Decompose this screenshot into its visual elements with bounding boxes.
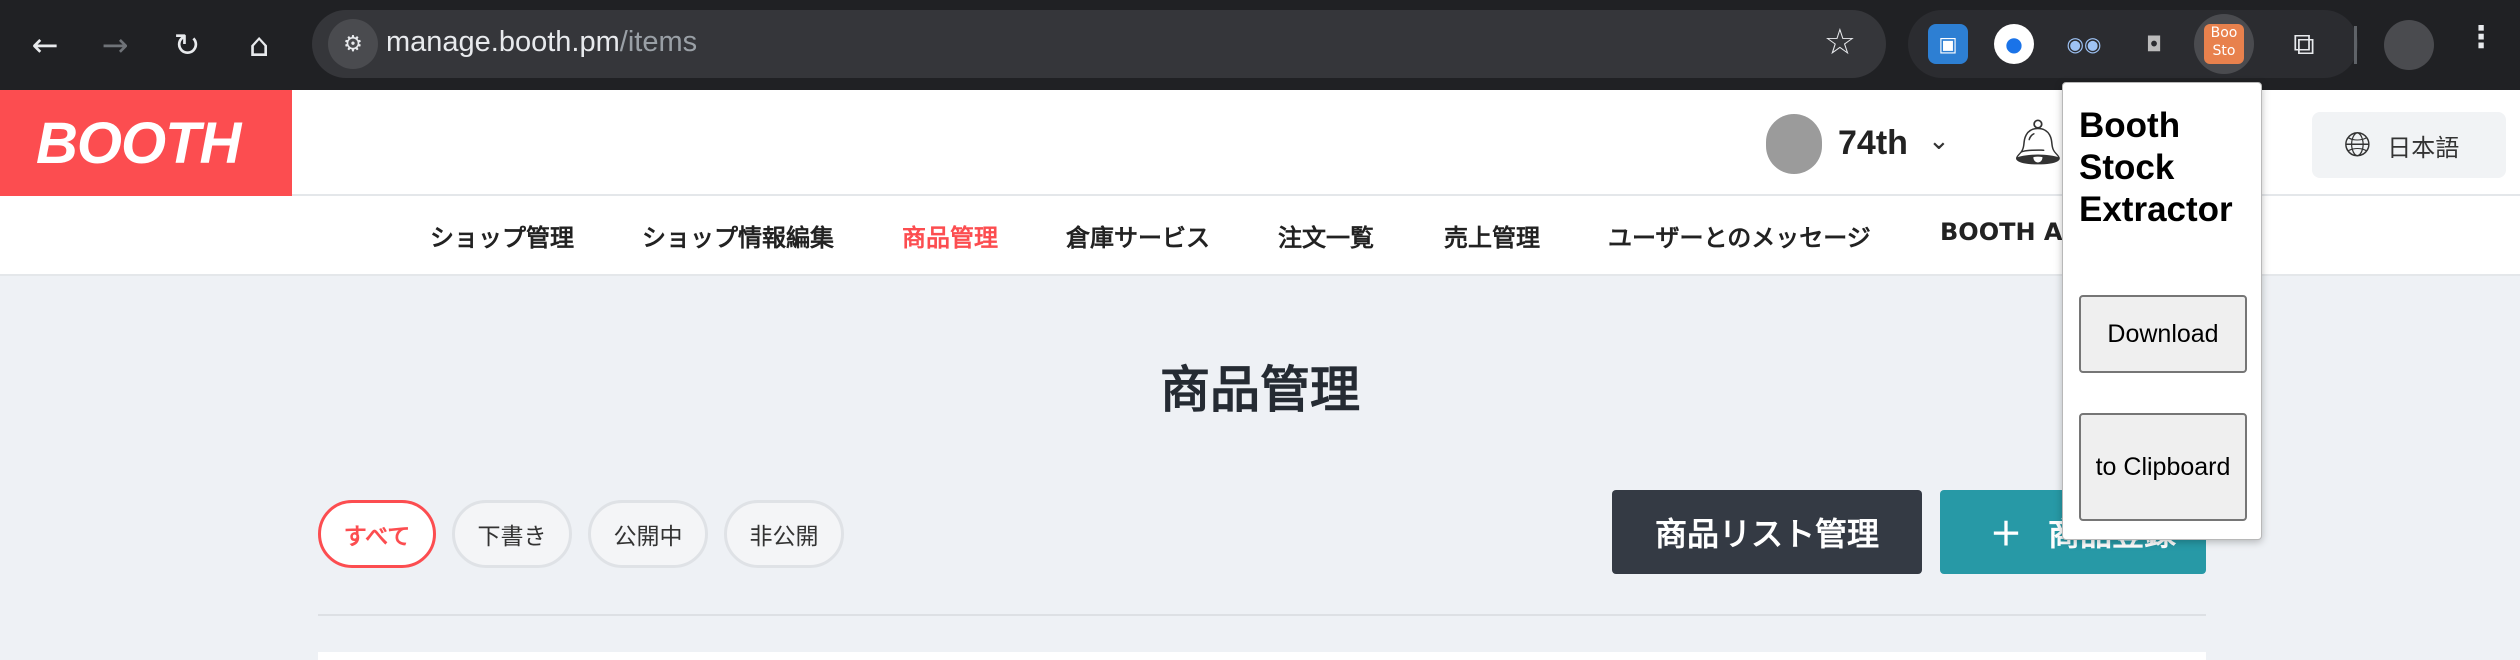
filter-all[interactable]: すべて <box>318 500 436 568</box>
bookmark-star-icon[interactable]: ☆ <box>1824 22 1856 63</box>
globe-icon: 🌐︎ <box>2344 125 2372 165</box>
booth-stock-extractor-icon[interactable]: Boo Sto <box>2194 14 2254 74</box>
nav-user-messages[interactable]: ユーザーとのメッセージ <box>1608 218 1871 253</box>
toolbar-divider <box>2354 26 2357 64</box>
camera-extension-icon[interactable]: ◘ <box>2134 24 2174 64</box>
url-text[interactable]: manage.booth.pm/items <box>386 26 697 59</box>
puzzle-extensions-icon[interactable]: ⧉ <box>2284 24 2324 64</box>
browser-toolbar: ← → ↻ ⌂ ⚙ manage.booth.pm/items ☆ ▣ ● ◉◉… <box>0 0 2520 90</box>
booth-logo[interactable]: BOOTH <box>0 90 292 196</box>
avatar[interactable] <box>1766 114 1822 174</box>
password-manager-icon[interactable]: ● <box>1994 24 2034 64</box>
item-list-card <box>318 652 2206 660</box>
extension-icon-1[interactable]: ▣ <box>1928 24 1968 64</box>
back-arrow-icon[interactable]: ← <box>20 20 70 70</box>
reload-icon[interactable]: ↻ <box>162 20 212 70</box>
extension-tile: Boo Sto <box>2204 24 2244 64</box>
language-button[interactable]: 🌐︎ 日本語 <box>2312 112 2506 178</box>
filter-draft[interactable]: 下書き <box>452 500 572 568</box>
nav-booth-app[interactable]: BOOTH Ap <box>1940 218 2080 246</box>
item-list-manage-button[interactable]: 商品リスト管理 <box>1612 490 1922 574</box>
download-button[interactable]: Download <box>2079 295 2247 373</box>
site-info-icon[interactable]: ⚙ <box>328 19 378 69</box>
nav-sales[interactable]: 売上管理 <box>1444 218 1540 253</box>
content-divider <box>318 614 2206 616</box>
extensions-bar: ▣ ● ◉◉ ◘ Boo Sto ⧉ <box>1908 10 2358 78</box>
forward-arrow-icon[interactable]: → <box>90 20 140 70</box>
language-label: 日本語 <box>2387 133 2460 162</box>
url-host: manage.booth.pm <box>386 26 620 58</box>
nav-warehouse-service[interactable]: 倉庫サービス <box>1066 218 1210 253</box>
url-path: /items <box>619 26 698 58</box>
filter-private[interactable]: 非公開 <box>724 500 844 568</box>
popup-title: Booth Stock Extractor <box>2079 106 2233 229</box>
home-icon[interactable]: ⌂ <box>234 20 284 70</box>
logo-text: BOOTH <box>36 110 241 176</box>
filter-public[interactable]: 公開中 <box>588 500 708 568</box>
nav-orders[interactable]: 注文一覧 <box>1278 218 1374 253</box>
bell-icon[interactable]: 🔔︎ <box>2010 116 2066 168</box>
profile-avatar-icon[interactable] <box>2384 20 2434 70</box>
nav-shop-info-edit[interactable]: ショップ情報編集 <box>642 218 834 253</box>
glasses-extension-icon[interactable]: ◉◉ <box>2064 24 2104 64</box>
plus-icon: ＋ <box>1990 515 2023 553</box>
nav-shop-management[interactable]: ショップ管理 <box>430 218 574 253</box>
nav-item-management[interactable]: 商品管理 <box>902 218 998 253</box>
chevron-down-icon[interactable]: ⌄ <box>1928 126 1950 156</box>
address-bar[interactable]: ⚙ manage.booth.pm/items ☆ <box>312 10 1886 78</box>
username[interactable]: 74th <box>1838 124 1908 163</box>
copy-to-clipboard-button[interactable]: to Clipboard <box>2079 413 2247 521</box>
chrome-menu-icon[interactable]: ⋮ <box>2466 20 2496 55</box>
extension-popup: Booth Stock Extractor Download to Clipbo… <box>2062 82 2262 540</box>
